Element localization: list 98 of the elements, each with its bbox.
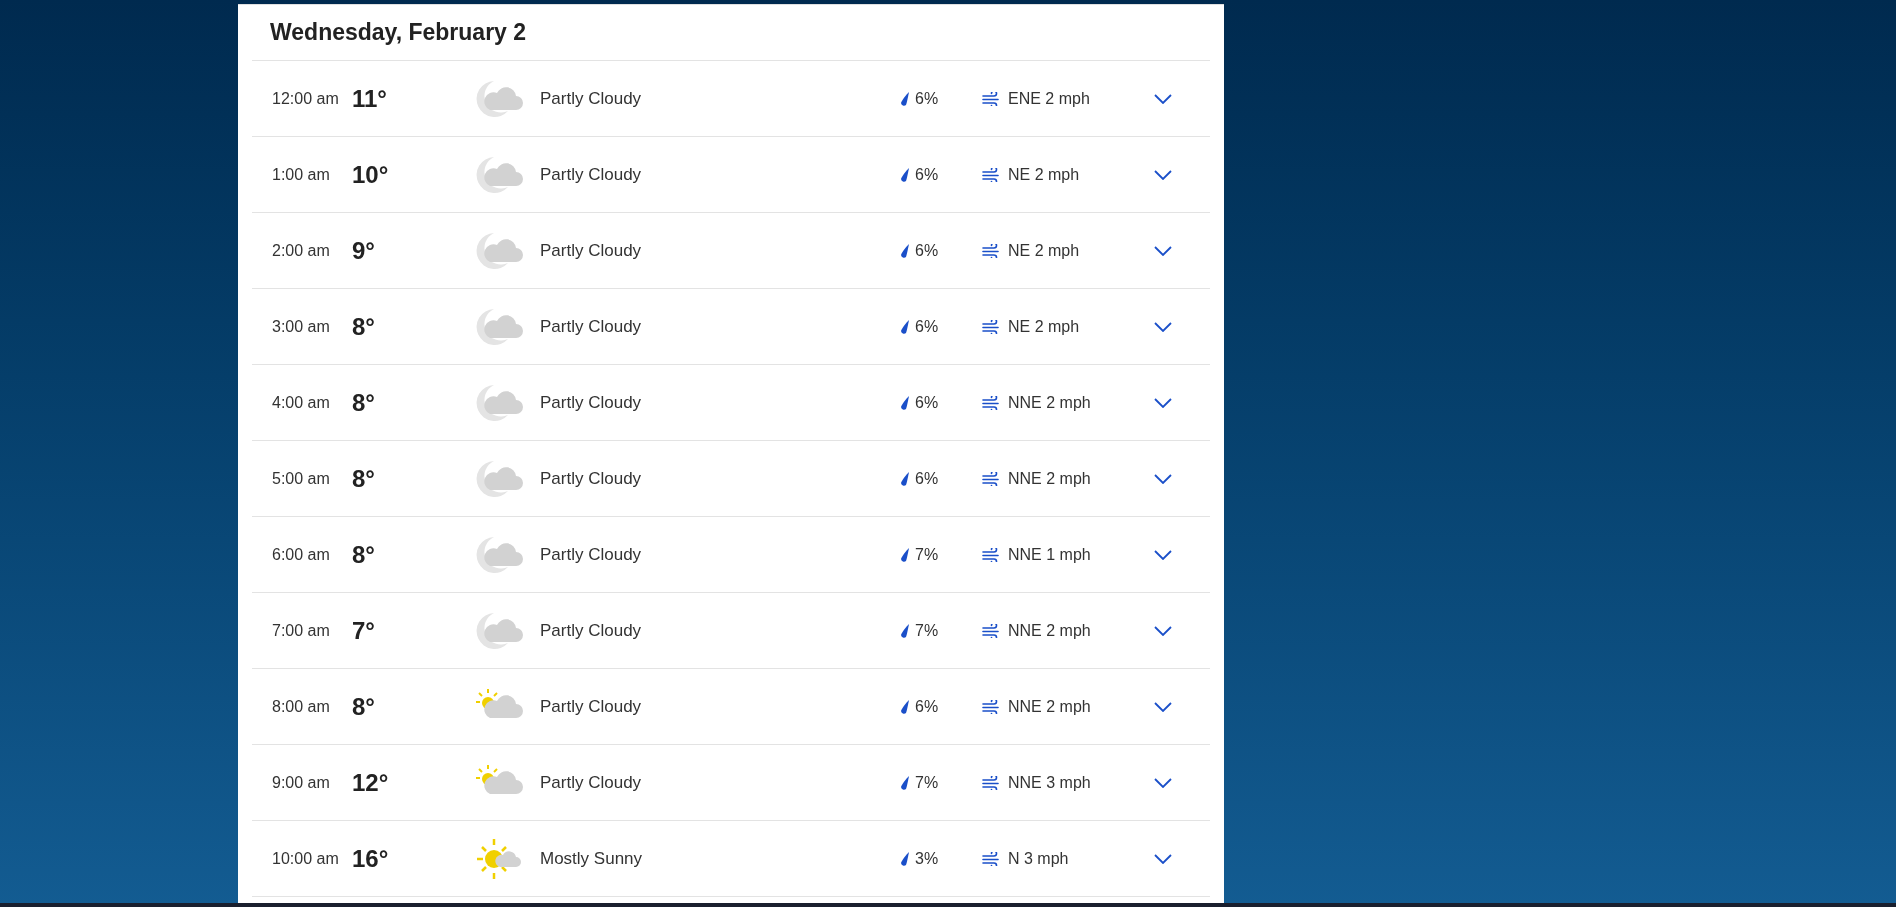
precipitation-text: 6% — [915, 240, 940, 261]
wind-text: NE 2 mph — [1008, 164, 1081, 185]
moon-cloud-icon — [476, 230, 524, 271]
wind-icon — [982, 547, 1000, 562]
condition-text: Partly Cloudy — [540, 467, 643, 490]
raindrop-icon — [900, 90, 910, 107]
wind-text: ENE 2 mph — [1008, 88, 1091, 109]
wind-text: NNE 2 mph — [1008, 392, 1092, 413]
raindrop-icon — [900, 774, 910, 791]
expand-chevron-icon[interactable] — [1153, 167, 1173, 182]
expand-chevron-icon[interactable] — [1153, 471, 1173, 486]
raindrop-icon — [900, 850, 910, 867]
wind-icon — [982, 699, 1000, 714]
hour-time: 5:00 am — [272, 468, 331, 489]
precipitation-text: 6% — [915, 392, 940, 413]
hour-time: 12:00 am — [272, 88, 340, 109]
expand-chevron-icon[interactable] — [1153, 851, 1173, 866]
temperature: 9° — [352, 235, 376, 266]
expand-chevron-icon[interactable] — [1153, 395, 1173, 410]
wind-icon — [982, 243, 1000, 258]
hour-time: 10:00 am — [272, 848, 340, 869]
wind-text: NNE 1 mph — [1008, 544, 1092, 565]
wind-icon — [982, 167, 1000, 182]
condition-text: Partly Cloudy — [540, 695, 643, 718]
wind-icon — [982, 395, 1000, 410]
condition-text: Mostly Sunny — [540, 847, 644, 870]
wind-icon — [982, 471, 1000, 486]
condition-text: Partly Cloudy — [540, 163, 643, 186]
wind-text: NE 2 mph — [1008, 240, 1081, 261]
temperature: 12° — [352, 767, 390, 798]
condition-text: Partly Cloudy — [540, 87, 643, 110]
temperature: 16° — [352, 843, 390, 874]
condition-text: Partly Cloudy — [540, 619, 643, 642]
temperature: 10° — [352, 159, 390, 190]
hour-time: 7:00 am — [272, 620, 331, 641]
precipitation-text: 6% — [915, 468, 940, 489]
hour-time: 2:00 am — [272, 240, 331, 261]
moon-cloud-icon — [476, 154, 524, 195]
raindrop-icon — [900, 622, 910, 639]
raindrop-icon — [900, 318, 910, 335]
raindrop-icon — [900, 546, 910, 563]
precipitation-text: 3% — [915, 848, 940, 869]
condition-text: Partly Cloudy — [540, 543, 643, 566]
raindrop-icon — [900, 242, 910, 259]
raindrop-icon — [900, 698, 910, 715]
hour-time: 9:00 am — [272, 772, 331, 793]
temperature: 8° — [352, 311, 376, 342]
temperature: 8° — [352, 691, 376, 722]
condition-text: Partly Cloudy — [540, 315, 643, 338]
hour-time: 1:00 am — [272, 164, 331, 185]
moon-cloud-icon — [476, 534, 524, 575]
precipitation-text: 7% — [915, 544, 940, 565]
expand-chevron-icon[interactable] — [1153, 91, 1173, 106]
wind-icon — [982, 775, 1000, 790]
raindrop-icon — [900, 470, 910, 487]
temperature: 8° — [352, 387, 376, 418]
precipitation-text: 7% — [915, 620, 940, 641]
precipitation-text: 6% — [915, 164, 940, 185]
expand-chevron-icon[interactable] — [1153, 319, 1173, 334]
raindrop-icon — [900, 394, 910, 411]
wind-text: NNE 2 mph — [1008, 468, 1092, 489]
wind-icon — [982, 623, 1000, 638]
expand-chevron-icon[interactable] — [1153, 623, 1173, 638]
wind-text: NNE 2 mph — [1008, 620, 1092, 641]
moon-cloud-icon — [476, 610, 524, 651]
raindrop-icon — [900, 166, 910, 183]
hour-time: 6:00 am — [272, 544, 331, 565]
wind-icon — [982, 319, 1000, 334]
precipitation-text: 6% — [915, 696, 940, 717]
moon-cloud-icon — [476, 458, 524, 499]
hour-time: 3:00 am — [272, 316, 331, 337]
wind-icon — [982, 91, 1000, 106]
expand-chevron-icon[interactable] — [1153, 243, 1173, 258]
day-heading: Wednesday, February 2 — [269, 18, 527, 48]
temperature: 8° — [352, 463, 376, 494]
condition-text: Partly Cloudy — [540, 391, 643, 414]
wind-text: NNE 3 mph — [1008, 772, 1092, 793]
wind-text: N 3 mph — [1008, 848, 1070, 869]
wind-text: NNE 2 mph — [1008, 696, 1092, 717]
wind-icon — [982, 851, 1000, 866]
condition-text: Partly Cloudy — [540, 239, 643, 262]
expand-chevron-icon[interactable] — [1153, 775, 1173, 790]
hour-time: 8:00 am — [272, 696, 331, 717]
temperature: 7° — [352, 615, 376, 646]
moon-cloud-icon — [476, 78, 524, 119]
moon-cloud-icon — [476, 306, 524, 347]
moon-cloud-icon — [476, 382, 524, 423]
temperature: 11° — [352, 83, 388, 114]
expand-chevron-icon[interactable] — [1153, 699, 1173, 714]
wind-text: NE 2 mph — [1008, 316, 1081, 337]
hour-time: 4:00 am — [272, 392, 331, 413]
precipitation-text: 7% — [915, 772, 940, 793]
precipitation-text: 6% — [915, 316, 940, 337]
expand-chevron-icon[interactable] — [1153, 547, 1173, 562]
precipitation-text: 6% — [915, 88, 940, 109]
sun-cloud-icon — [476, 838, 524, 879]
condition-text: Partly Cloudy — [540, 771, 643, 794]
temperature: 8° — [352, 539, 376, 570]
